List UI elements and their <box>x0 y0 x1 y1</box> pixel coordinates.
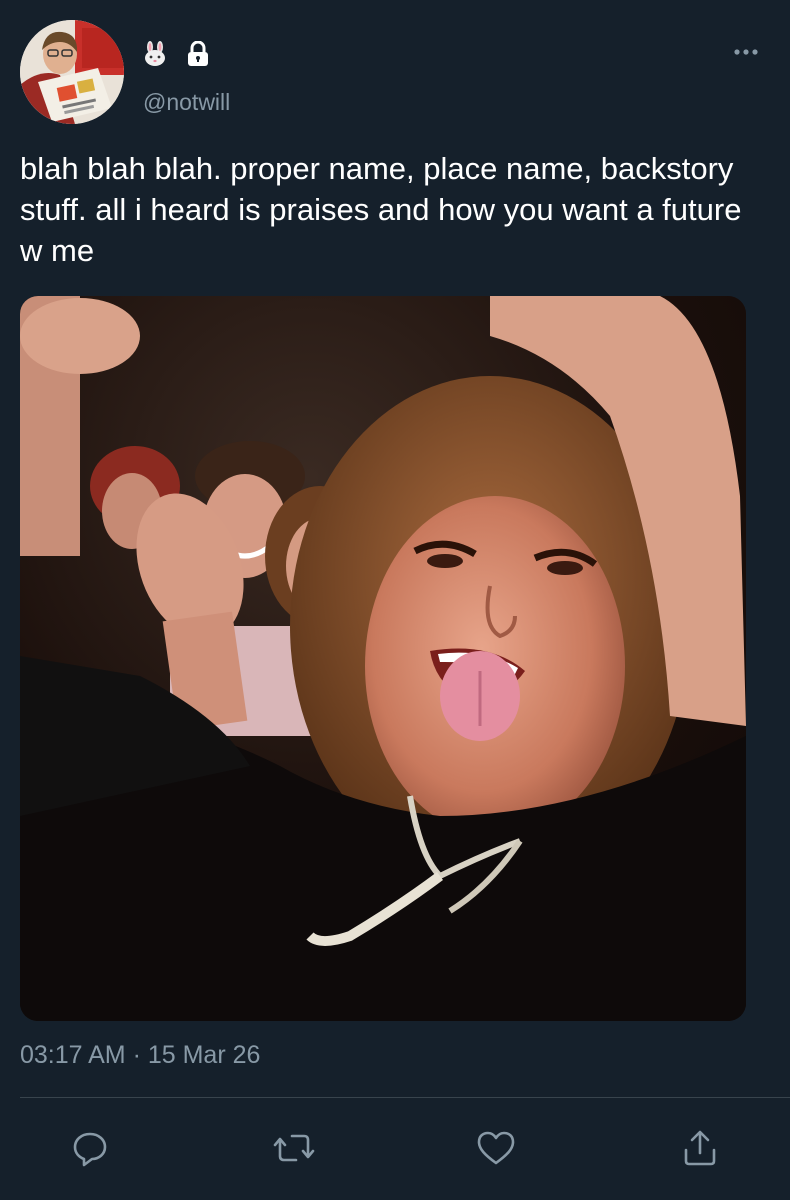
tweet-action-bar <box>0 1118 790 1178</box>
lock-icon <box>186 40 210 72</box>
like-icon <box>477 1131 515 1165</box>
rabbit-face-icon <box>142 40 168 72</box>
more-horizontal-icon <box>734 49 758 55</box>
reply-icon <box>73 1132 107 1167</box>
avatar[interactable] <box>20 20 124 124</box>
retweet-icon <box>273 1134 315 1162</box>
tweet-timestamp[interactable]: 03:17 AM · 15 Mar 26 <box>20 1041 260 1070</box>
like-button[interactable] <box>472 1124 520 1172</box>
share-button[interactable] <box>676 1124 724 1172</box>
tweet-media-image[interactable] <box>20 296 746 1021</box>
tweet-text: blah blah blah. proper name, place name,… <box>20 151 742 268</box>
reply-button[interactable] <box>66 1124 114 1172</box>
retweet-button[interactable] <box>270 1124 318 1172</box>
share-icon <box>684 1130 716 1166</box>
avatar-image <box>20 20 124 124</box>
media-photo <box>20 296 746 1021</box>
more-options-button[interactable] <box>732 38 760 66</box>
user-handle[interactable]: @notwill <box>143 89 230 116</box>
display-name[interactable] <box>142 40 210 72</box>
divider <box>20 1097 790 1098</box>
